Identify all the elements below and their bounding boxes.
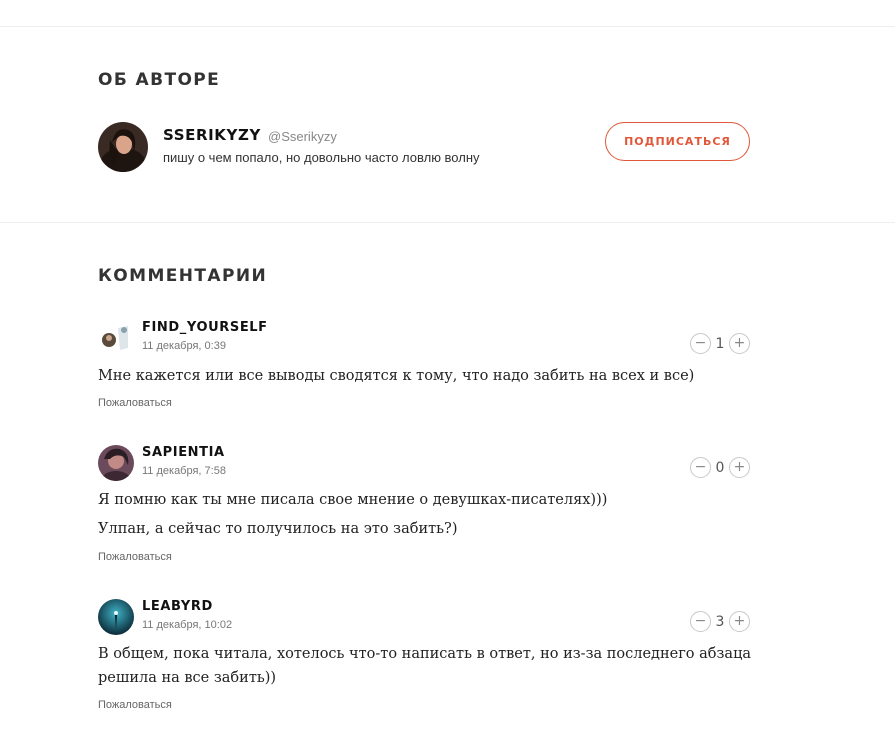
comment-text: Улпан, а сейчас то получилось на это заб… bbox=[98, 521, 458, 537]
commenter-name[interactable]: SAPIENTIA bbox=[142, 445, 225, 460]
author-bio: пишу о чем попало, но довольно часто лов… bbox=[163, 150, 480, 165]
comment-date: 11 декабря, 7:58 bbox=[142, 465, 226, 477]
comment-item: FIND_YOURSELF 11 декабря, 0:39 − 1 + Мне… bbox=[98, 320, 758, 415]
vote-controls: − 3 + bbox=[690, 611, 750, 632]
author-avatar[interactable] bbox=[98, 122, 148, 172]
report-link[interactable]: Пожаловаться bbox=[98, 699, 172, 711]
commenter-avatar[interactable] bbox=[98, 445, 134, 481]
vote-controls: − 0 + bbox=[690, 457, 750, 478]
vote-count: 1 bbox=[715, 335, 725, 352]
upvote-button[interactable]: + bbox=[729, 333, 750, 354]
comment-text: В общем, пока читала, хотелось что-то на… bbox=[98, 646, 752, 662]
upvote-button[interactable]: + bbox=[729, 611, 750, 632]
top-divider bbox=[0, 26, 895, 27]
upvote-button[interactable]: + bbox=[729, 457, 750, 478]
comment-text: Я помню как ты мне писала свое мнение о … bbox=[98, 492, 608, 508]
author-name[interactable]: SSERIKYZY bbox=[163, 126, 261, 144]
section-divider bbox=[0, 222, 895, 223]
vote-count: 3 bbox=[715, 613, 725, 630]
author-handle[interactable]: @Sserikyzy bbox=[268, 129, 337, 144]
comment-item: LEABYRD 11 декабря, 10:02 − 3 + В общем,… bbox=[98, 599, 758, 719]
report-link[interactable]: Пожаловаться bbox=[98, 397, 172, 409]
comment-date: 11 декабря, 10:02 bbox=[142, 619, 233, 631]
vote-count: 0 bbox=[715, 459, 725, 476]
comments-section-title: КОММЕНТАРИИ bbox=[98, 266, 268, 286]
report-link[interactable]: Пожаловаться bbox=[98, 551, 172, 563]
subscribe-button[interactable]: ПОДПИСАТЬСЯ bbox=[605, 122, 750, 161]
commenter-avatar[interactable] bbox=[98, 599, 134, 635]
commenter-avatar[interactable] bbox=[98, 320, 134, 356]
author-section-title: ОБ АВТОРЕ bbox=[98, 70, 221, 90]
downvote-button[interactable]: − bbox=[690, 457, 711, 478]
comment-text: решила на все забить)) bbox=[98, 670, 277, 686]
downvote-button[interactable]: − bbox=[690, 333, 711, 354]
comment-item: SAPIENTIA 11 декабря, 7:58 − 0 + Я помню… bbox=[98, 445, 758, 570]
commenter-name[interactable]: FIND_YOURSELF bbox=[142, 320, 268, 335]
comment-text: Мне кажется или все выводы сводятся к то… bbox=[98, 368, 695, 384]
commenter-name[interactable]: LEABYRD bbox=[142, 599, 213, 614]
comment-date: 11 декабря, 0:39 bbox=[142, 340, 226, 352]
downvote-button[interactable]: − bbox=[690, 611, 711, 632]
vote-controls: − 1 + bbox=[690, 333, 750, 354]
